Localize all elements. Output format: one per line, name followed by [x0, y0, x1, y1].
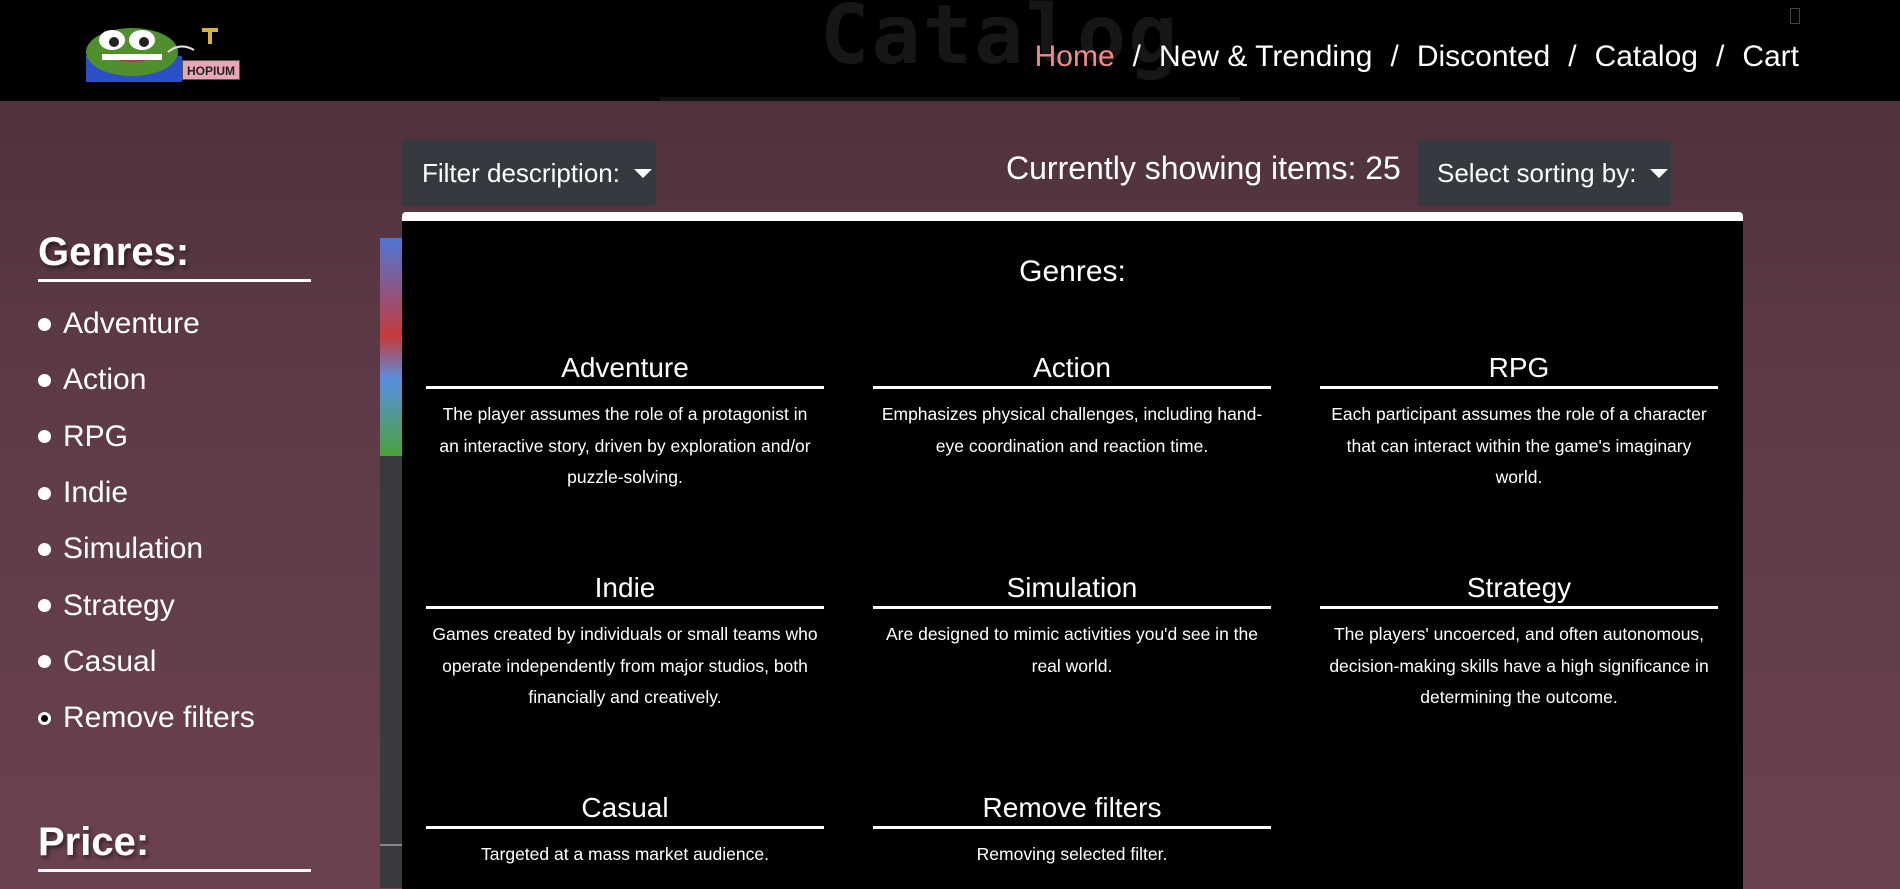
genre-option-label: Casual [63, 644, 157, 678]
filter-description-dropdown[interactable]: Filter description: [402, 140, 656, 206]
genre-option-label: Remove filters [63, 701, 255, 735]
nav-catalog-link[interactable]: Catalog [1595, 40, 1698, 74]
radio-icon[interactable] [38, 430, 51, 444]
genre-card-indie[interactable]: Indie Games created by individuals or sm… [426, 572, 824, 714]
nav-home-link[interactable]: Home [1035, 40, 1115, 74]
genre-card-title: Adventure [426, 352, 824, 389]
genre-card-description: Each participant assumes the role of a c… [1331, 404, 1707, 487]
genre-card-description: Targeted at a mass market audience. [481, 844, 769, 864]
account-icon[interactable] [1790, 8, 1800, 24]
radio-icon[interactable] [38, 599, 51, 613]
genre-option-adventure[interactable]: Adventure [38, 296, 318, 352]
logo-badge: HOPIUM [182, 60, 240, 80]
nav-separator: / [1390, 40, 1399, 73]
product-card-divider [380, 844, 404, 846]
genre-option-simulation[interactable]: Simulation [38, 521, 318, 577]
genre-card-title: Action [873, 352, 1271, 389]
sort-dropdown[interactable]: Select sorting by: [1417, 140, 1671, 206]
product-thumbnail[interactable] [380, 238, 404, 456]
filter-description-label: Filter description: [422, 157, 620, 188]
genre-option-label: Action [63, 363, 147, 397]
genre-card-description: The players' uncoerced, and often autono… [1329, 624, 1709, 707]
filter-sidebar: Genres: Adventure Action RPG Indie Simul… [38, 230, 318, 746]
genre-option-label: Indie [63, 476, 129, 510]
nav-cart-link[interactable]: Cart [1742, 40, 1799, 74]
genre-filter-list: Adventure Action RPG Indie Simulation St… [38, 296, 318, 746]
genre-card-simulation[interactable]: Simulation Are designed to mimic activit… [873, 572, 1271, 682]
caret-down-icon [1650, 168, 1669, 178]
genre-card-description: Are designed to mimic activities you'd s… [886, 624, 1258, 676]
genre-card-description: The player assumes the role of a protago… [439, 404, 811, 487]
radio-icon[interactable] [38, 711, 51, 725]
genre-card-title: Indie [426, 572, 824, 609]
genre-option-strategy[interactable]: Strategy [38, 577, 318, 633]
price-heading: Price: [38, 820, 311, 872]
items-count: Currently showing items: 25 [1006, 150, 1401, 186]
nav-separator: / [1568, 40, 1577, 73]
genre-option-label: Adventure [63, 307, 200, 341]
main-nav: Home / New & Trending / Disconted / Cata… [1035, 40, 1799, 74]
genre-card-casual[interactable]: Casual Targeted at a mass market audienc… [426, 792, 824, 871]
genre-card-title: Simulation [873, 572, 1271, 609]
genre-card-title: Remove filters [873, 792, 1271, 829]
genre-option-label: RPG [63, 419, 129, 453]
genre-card-title: RPG [1320, 352, 1718, 389]
genre-option-label: Simulation [63, 532, 204, 566]
caret-down-icon [633, 168, 652, 178]
nav-disconted-link[interactable]: Disconted [1417, 40, 1550, 74]
genre-option-remove-filters[interactable]: Remove filters [38, 690, 318, 746]
genre-card-title: Casual [426, 792, 824, 829]
genre-option-label: Strategy [63, 588, 175, 622]
genre-card-strategy[interactable]: Strategy The players' uncoerced, and oft… [1320, 572, 1718, 714]
radio-icon[interactable] [38, 542, 51, 556]
genre-card-remove-filters[interactable]: Remove filters Removing selected filter. [873, 792, 1271, 871]
radio-icon[interactable] [38, 486, 51, 500]
filter-description-panel: Genres: Adventure The player assumes the… [402, 212, 1743, 889]
radio-icon[interactable] [38, 655, 51, 669]
top-navbar: Catalog HOPIUM Home / New & Trending / D… [0, 0, 1900, 101]
genre-card-action[interactable]: Action Emphasizes physical challenges, i… [873, 352, 1271, 462]
panel-title: Genres: [1019, 255, 1126, 288]
genre-option-rpg[interactable]: RPG [38, 409, 318, 465]
sort-label: Select sorting by: [1437, 157, 1637, 188]
genre-card-adventure[interactable]: Adventure The player assumes the role of… [426, 352, 824, 494]
genre-card-description: Games created by individuals or small te… [432, 624, 818, 707]
genre-card-rpg[interactable]: RPG Each participant assumes the role of… [1320, 352, 1718, 494]
nav-new-trending-link[interactable]: New & Trending [1159, 40, 1372, 74]
radio-icon[interactable] [38, 317, 51, 331]
genre-card-title: Strategy [1320, 572, 1718, 609]
nav-separator: / [1715, 40, 1725, 73]
genres-heading: Genres: [38, 230, 311, 282]
watermark-underline [660, 97, 1240, 101]
nav-separator: / [1132, 40, 1142, 73]
genre-card-description: Removing selected filter. [976, 844, 1168, 864]
genre-option-action[interactable]: Action [38, 352, 318, 408]
site-logo[interactable]: HOPIUM [84, 22, 240, 82]
genre-option-casual[interactable]: Casual [38, 634, 318, 690]
genre-card-description: Emphasizes physical challenges, includin… [881, 404, 1263, 456]
genre-option-indie[interactable]: Indie [38, 465, 318, 521]
radio-icon[interactable] [38, 373, 51, 387]
